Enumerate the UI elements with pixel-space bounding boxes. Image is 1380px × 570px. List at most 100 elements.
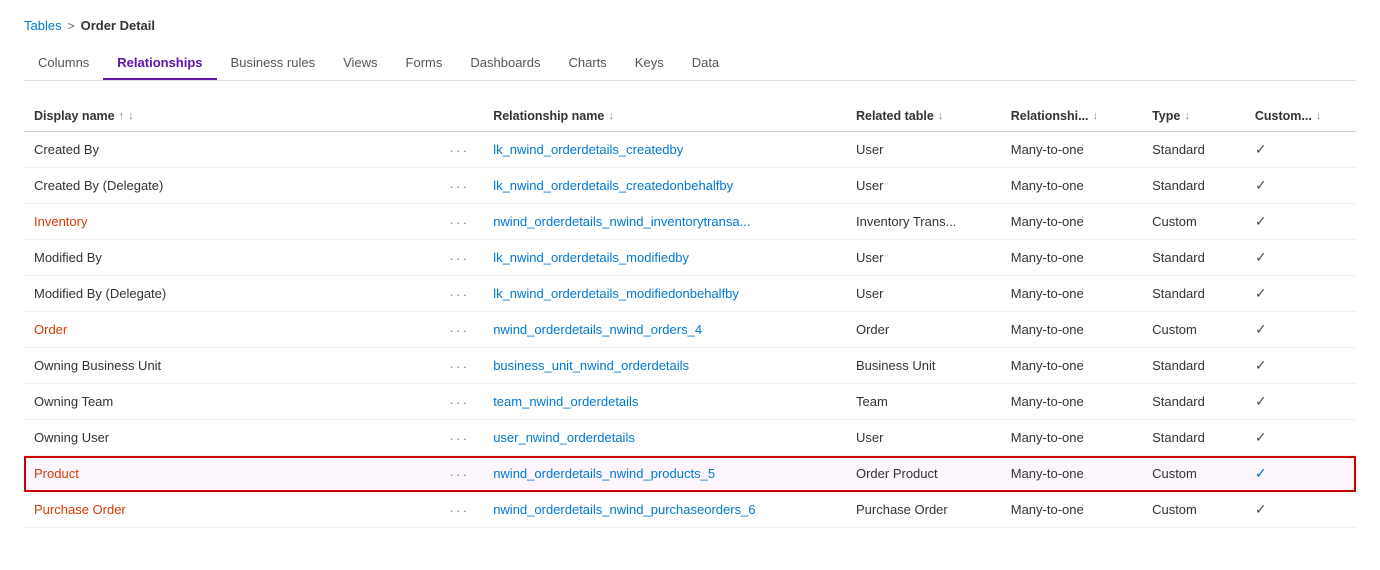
table-row[interactable]: Created By···lk_nwind_orderdetails_creat… <box>24 132 1356 168</box>
cell-related-table: Team <box>846 384 1001 420</box>
cell-relationship-name[interactable]: nwind_orderdetails_nwind_products_5 <box>483 456 846 492</box>
cell-dots-menu[interactable]: ··· <box>435 492 483 528</box>
tab-forms[interactable]: Forms <box>392 47 457 80</box>
table-row[interactable]: Modified By ··· lk_nwind_orderdetails_modi… <box>24 240 1356 276</box>
tab-charts[interactable]: Charts <box>555 47 621 80</box>
check-icon: ✓ <box>1255 249 1267 265</box>
cell-dots-menu[interactable]: ··· <box>435 240 483 276</box>
dots-button[interactable]: ··· <box>445 140 473 160</box>
dots-button[interactable]: ··· <box>445 464 473 484</box>
breadcrumb-current: Order Detail <box>81 18 155 33</box>
tab-keys[interactable]: Keys <box>621 47 678 80</box>
table-row[interactable]: Owning User ··· user_nwind_orderdetailsUse… <box>24 420 1356 456</box>
tab-relationships[interactable]: Relationships <box>103 47 216 80</box>
table-row[interactable]: Product ··· nwind_orderdetails_nwind_produ… <box>24 456 1356 492</box>
table-row[interactable]: Order ··· nwind_orderdetails_nwind_orders_… <box>24 312 1356 348</box>
dots-button[interactable]: ··· <box>445 284 473 304</box>
cell-customizable: ✓ <box>1245 492 1356 528</box>
cell-relationship-name[interactable]: business_unit_nwind_orderdetails <box>483 348 846 384</box>
dots-button[interactable]: ··· <box>445 500 473 520</box>
cell-dots-menu[interactable]: ··· <box>435 132 483 168</box>
cell-dots-menu[interactable]: ··· <box>435 420 483 456</box>
col-display-name[interactable]: Display name ↑ ↓ <box>24 101 435 132</box>
cell-type: Standard <box>1142 168 1245 204</box>
col-relationship-name[interactable]: Relationship name ↓ <box>483 101 846 132</box>
check-icon: ✓ <box>1255 429 1267 445</box>
cell-type: Standard <box>1142 276 1245 312</box>
cell-customizable: ✓ <box>1245 420 1356 456</box>
cell-relationship-name[interactable]: lk_nwind_orderdetails_createdby <box>483 132 846 168</box>
cell-customizable: ✓ <box>1245 132 1356 168</box>
breadcrumb-tables-link[interactable]: Tables <box>24 18 62 33</box>
dots-button[interactable]: ··· <box>445 212 473 232</box>
cell-dots-menu[interactable]: ··· <box>435 204 483 240</box>
cell-display-name[interactable]: Product <box>24 456 435 492</box>
tab-columns[interactable]: Columns <box>24 47 103 80</box>
cell-type: Custom <box>1142 456 1245 492</box>
check-icon: ✓ <box>1255 177 1267 193</box>
table-row[interactable]: Owning Business Unit···business_unit_nwi… <box>24 348 1356 384</box>
dots-button[interactable]: ··· <box>445 356 473 376</box>
cell-related-table: User <box>846 420 1001 456</box>
dots-button[interactable]: ··· <box>445 392 473 412</box>
tab-views[interactable]: Views <box>329 47 391 80</box>
cell-related-table: Order <box>846 312 1001 348</box>
table-row[interactable]: Owning Team ··· team_nwind_orderdetailsTea… <box>24 384 1356 420</box>
cell-display-name: Owning Team <box>24 384 435 420</box>
check-icon: ✓ <box>1255 285 1267 301</box>
cell-relationship-name[interactable]: nwind_orderdetails_nwind_orders_4 <box>483 312 846 348</box>
cell-display-name[interactable]: Purchase Order <box>24 492 435 528</box>
dots-button[interactable]: ··· <box>445 428 473 448</box>
cell-relationship-name[interactable]: lk_nwind_orderdetails_modifiedonbehalfby <box>483 276 846 312</box>
col-related-table[interactable]: Related table ↓ <box>846 101 1001 132</box>
check-icon: ✓ <box>1255 501 1267 517</box>
cell-dots-menu[interactable]: ··· <box>435 384 483 420</box>
table-row[interactable]: Modified By (Delegate)···lk_nwind_orderd… <box>24 276 1356 312</box>
cell-display-name[interactable]: Inventory <box>24 204 435 240</box>
table-row[interactable]: Purchase Order ··· nwind_orderdetails_nwin… <box>24 492 1356 528</box>
relationships-table: Display name ↑ ↓ Relationship name ↓ <box>24 101 1356 528</box>
cell-related-table: Inventory Trans... <box>846 204 1001 240</box>
cell-relationship-type: Many-to-one <box>1001 348 1142 384</box>
check-icon: ✓ <box>1255 141 1267 157</box>
cell-relationship-name[interactable]: nwind_orderdetails_nwind_inventorytransа… <box>483 204 846 240</box>
tab-data[interactable]: Data <box>678 47 733 80</box>
col-dots <box>435 101 483 132</box>
tab-business-rules[interactable]: Business rules <box>217 47 330 80</box>
tab-dashboards[interactable]: Dashboards <box>456 47 554 80</box>
cell-relationship-type: Many-to-one <box>1001 240 1142 276</box>
reltype-sort-icon: ↓ <box>1093 110 1099 122</box>
table-row[interactable]: Created By (Delegate)···lk_nwind_orderde… <box>24 168 1356 204</box>
table-row[interactable]: Inventory ··· nwind_orderdetails_nwind_inv… <box>24 204 1356 240</box>
tabs-bar: ColumnsRelationshipsBusiness rulesViewsF… <box>24 47 1356 81</box>
cell-type: Standard <box>1142 132 1245 168</box>
cell-type: Standard <box>1142 240 1245 276</box>
cell-relationship-name[interactable]: lk_nwind_orderdetails_modifiedby <box>483 240 846 276</box>
dots-button[interactable]: ··· <box>445 176 473 196</box>
col-customizable[interactable]: Custom... ↓ <box>1245 101 1356 132</box>
cell-type: Standard <box>1142 420 1245 456</box>
cell-dots-menu[interactable]: ··· <box>435 168 483 204</box>
type-sort-icon: ↓ <box>1184 110 1190 122</box>
cell-relationship-name[interactable]: user_nwind_orderdetails <box>483 420 846 456</box>
col-relationship-type[interactable]: Relationshi... ↓ <box>1001 101 1142 132</box>
dots-button[interactable]: ··· <box>445 320 473 340</box>
cell-related-table: Order Product <box>846 456 1001 492</box>
cell-related-table: User <box>846 276 1001 312</box>
cell-relationship-type: Many-to-one <box>1001 132 1142 168</box>
cell-dots-menu[interactable]: ··· <box>435 348 483 384</box>
cell-customizable: ✓ <box>1245 204 1356 240</box>
cell-relationship-name[interactable]: nwind_orderdetails_nwind_purchaseorders_… <box>483 492 846 528</box>
cell-dots-menu[interactable]: ··· <box>435 456 483 492</box>
cell-customizable: ✓ <box>1245 348 1356 384</box>
dots-button[interactable]: ··· <box>445 248 473 268</box>
cell-display-name[interactable]: Order <box>24 312 435 348</box>
cell-type: Custom <box>1142 312 1245 348</box>
cell-display-name: Modified By <box>24 240 435 276</box>
cell-dots-menu[interactable]: ··· <box>435 276 483 312</box>
cell-relationship-name[interactable]: team_nwind_orderdetails <box>483 384 846 420</box>
cell-relationship-name[interactable]: lk_nwind_orderdetails_createdonbehalfby <box>483 168 846 204</box>
col-type[interactable]: Type ↓ <box>1142 101 1245 132</box>
cell-display-name: Owning User <box>24 420 435 456</box>
cell-dots-menu[interactable]: ··· <box>435 312 483 348</box>
